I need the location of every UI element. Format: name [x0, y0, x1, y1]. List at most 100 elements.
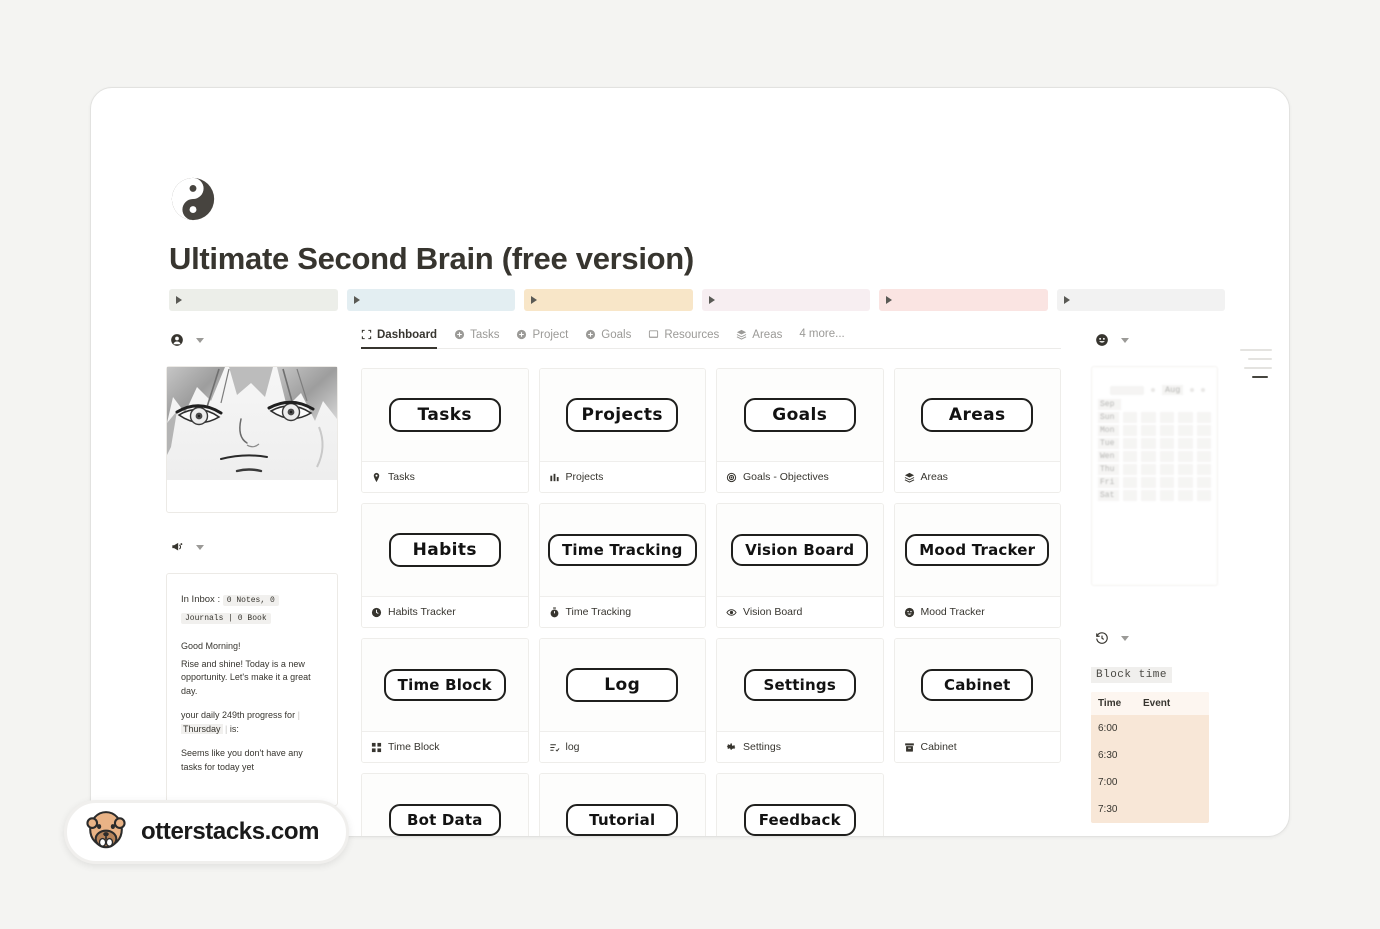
card-footer[interactable]: log — [539, 731, 705, 762]
calendar-cell[interactable] — [1123, 464, 1138, 475]
card-areas[interactable]: Areas Areas — [893, 368, 1061, 493]
calendar-cell[interactable] — [1178, 412, 1193, 423]
card-title[interactable]: Feedback — [743, 804, 856, 836]
card-footer[interactable]: Vision Board — [717, 596, 883, 627]
toggle-bar-1[interactable] — [169, 289, 338, 311]
card-title[interactable]: Habits — [388, 533, 501, 567]
tab-areas[interactable]: Areas — [736, 329, 782, 349]
card-title[interactable]: Log — [566, 668, 679, 702]
card-goals[interactable]: Goals Goals - Objectives — [716, 368, 884, 493]
card-title[interactable]: Mood Tracker — [905, 534, 1050, 566]
tab-goals[interactable]: Goals — [585, 329, 631, 349]
card-title[interactable]: Tutorial — [566, 804, 679, 836]
calendar-cell[interactable] — [1178, 438, 1193, 449]
calendar-cell[interactable] — [1196, 438, 1212, 449]
calendar-cell[interactable] — [1159, 464, 1175, 475]
chevron-down-icon[interactable] — [1121, 337, 1129, 343]
table-of-contents-marks[interactable] — [1240, 349, 1280, 385]
block-time-header[interactable] — [1091, 626, 1218, 650]
calendar-cell[interactable] — [1159, 438, 1175, 449]
card-footer[interactable]: Time Tracking — [539, 596, 705, 627]
card-footer[interactable]: Settings — [717, 731, 883, 762]
card-title[interactable]: Tasks — [388, 398, 501, 432]
card-feedback[interactable]: Feedback — [716, 773, 884, 836]
tab-project[interactable]: Project — [516, 329, 568, 349]
calendar-cell[interactable] — [1141, 464, 1156, 475]
card-bot-data[interactable]: Bot Data — [361, 773, 529, 836]
card-title[interactable]: Projects — [566, 398, 679, 432]
card-tutorial[interactable]: Tutorial — [538, 773, 706, 836]
card-footer[interactable]: Projects — [539, 461, 705, 492]
calendar-widget[interactable]: Aug Sep Sun Mon Tue Wen Thu Fri Sat — [1091, 366, 1218, 586]
calendar-cell[interactable] — [1123, 477, 1138, 488]
calendar-cell[interactable] — [1196, 477, 1212, 488]
card-title[interactable]: Cabinet — [921, 669, 1034, 701]
portrait-block-header[interactable] — [166, 328, 338, 352]
calendar-cell[interactable] — [1196, 464, 1212, 475]
calendar-cell[interactable] — [1141, 477, 1156, 488]
chevron-down-icon[interactable] — [1121, 635, 1129, 641]
calendar-cell[interactable] — [1159, 490, 1175, 501]
calendar-cell[interactable] — [1178, 477, 1193, 488]
card-footer[interactable]: Goals - Objectives — [717, 461, 883, 492]
calendar-cell[interactable] — [1141, 412, 1156, 423]
calendar-cell[interactable] — [1141, 438, 1156, 449]
card-footer[interactable]: Areas — [894, 461, 1060, 492]
card-vision-board[interactable]: Vision Board Vision Board — [716, 503, 884, 628]
calendar-cell[interactable] — [1178, 451, 1193, 462]
card-footer[interactable]: Cabinet — [894, 731, 1060, 762]
toggle-bar-2[interactable] — [346, 289, 515, 311]
card-habits[interactable]: Habits Habits Tracker — [361, 503, 529, 628]
inbox-block-header[interactable] — [166, 535, 338, 559]
tabs-more-button[interactable]: 4 more... — [799, 328, 844, 340]
calendar-cell[interactable] — [1178, 490, 1193, 501]
tab-tasks[interactable]: Tasks — [454, 329, 499, 349]
card-tasks[interactable]: Tasks Tasks — [361, 368, 529, 493]
card-footer[interactable]: Habits Tracker — [362, 596, 528, 627]
toggle-bar-5[interactable] — [879, 289, 1048, 311]
table-row[interactable]: 7:30 — [1091, 796, 1209, 823]
chevron-down-icon[interactable] — [196, 337, 204, 343]
card-log[interactable]: Log log — [538, 638, 706, 763]
table-row[interactable]: 7:00 — [1091, 769, 1209, 796]
card-footer[interactable]: Tasks — [362, 461, 528, 492]
calendar-cell[interactable] — [1159, 412, 1175, 423]
calendar-cell[interactable] — [1159, 425, 1175, 436]
calendar-cell[interactable] — [1159, 451, 1175, 462]
calendar-cell[interactable] — [1123, 425, 1138, 436]
card-title[interactable]: Time Block — [383, 669, 506, 701]
calendar-cell[interactable] — [1141, 425, 1156, 436]
card-title[interactable]: Settings — [743, 669, 856, 701]
calendar-cell[interactable] — [1141, 490, 1156, 501]
calendar-cell[interactable] — [1123, 412, 1138, 423]
card-title[interactable]: Time Tracking — [547, 534, 697, 566]
card-title[interactable]: Goals — [743, 398, 856, 432]
calendar-cell[interactable] — [1141, 451, 1156, 462]
card-title[interactable]: Bot Data — [388, 804, 501, 836]
card-footer[interactable]: Time Block — [362, 731, 528, 762]
calendar-block-header[interactable] — [1091, 328, 1218, 352]
calendar-cell[interactable] — [1196, 412, 1212, 423]
card-cabinet[interactable]: Cabinet Cabinet — [893, 638, 1061, 763]
calendar-cell[interactable] — [1178, 464, 1193, 475]
calendar-cell[interactable] — [1178, 425, 1193, 436]
toggle-bar-3[interactable] — [524, 289, 693, 311]
calendar-cell[interactable] — [1196, 490, 1212, 501]
table-row[interactable]: 6:00 — [1091, 715, 1209, 742]
chevron-down-icon[interactable] — [196, 544, 204, 550]
calendar-cell[interactable] — [1196, 425, 1212, 436]
card-mood-tracker[interactable]: Mood Tracker Mood Tracker — [893, 503, 1061, 628]
table-row[interactable]: 6:30 — [1091, 742, 1209, 769]
card-footer[interactable]: Mood Tracker — [894, 596, 1060, 627]
card-projects[interactable]: Projects Projects — [538, 368, 706, 493]
tab-resources[interactable]: Resources — [648, 329, 719, 349]
calendar-cell[interactable] — [1123, 490, 1138, 501]
calendar-cell[interactable] — [1123, 438, 1138, 449]
card-settings[interactable]: Settings Settings — [716, 638, 884, 763]
card-time-block[interactable]: Time Block Time Block — [361, 638, 529, 763]
toggle-bar-6[interactable] — [1056, 289, 1225, 311]
toggle-bar-4[interactable] — [701, 289, 870, 311]
tab-dashboard[interactable]: Dashboard — [361, 329, 438, 349]
calendar-cell[interactable] — [1196, 451, 1212, 462]
calendar-cell[interactable] — [1159, 477, 1175, 488]
